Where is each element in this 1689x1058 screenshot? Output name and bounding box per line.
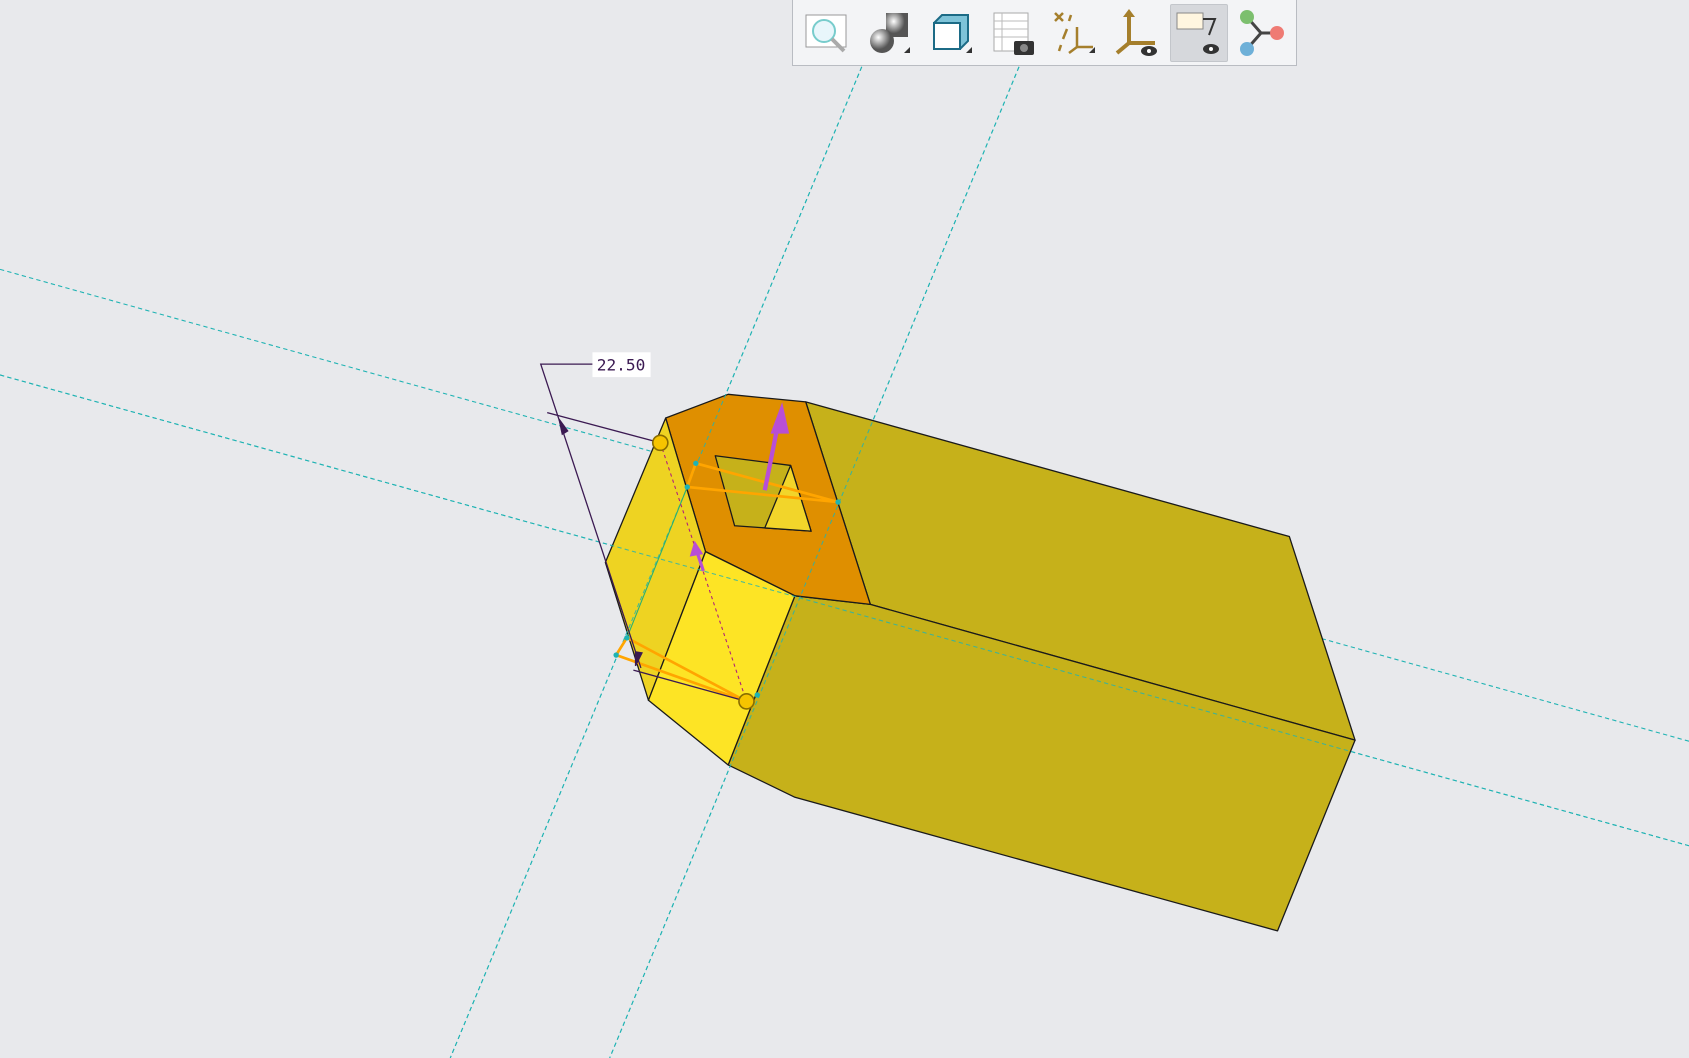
spin-center-button[interactable]	[1232, 4, 1290, 62]
zoom-to-fit-button[interactable]	[799, 4, 857, 62]
display-style-button[interactable]	[861, 4, 919, 62]
part-model[interactable]	[604, 393, 1356, 932]
coordinate-system-display-icon	[1116, 8, 1158, 56]
csys-display-button[interactable]	[1108, 4, 1166, 62]
spin-center-icon	[1240, 9, 1285, 56]
datum-display-filters-icon	[1054, 11, 1096, 54]
view-manager-snapshot-icon	[993, 12, 1034, 55]
zoom-to-fit-icon	[805, 14, 847, 52]
annotation-display-icon	[1176, 12, 1220, 54]
dimension-value[interactable]: 22.50	[597, 356, 646, 375]
saved-views-button[interactable]	[923, 4, 981, 62]
graphics-window[interactable]: 22.50	[0, 0, 1689, 1058]
view-manager-button[interactable]	[985, 4, 1043, 62]
saved-views-cube-icon	[932, 13, 972, 53]
drag-handle[interactable]	[651, 434, 669, 452]
graphics-toolbar	[792, 0, 1297, 66]
datum-display-button[interactable]	[1047, 4, 1105, 62]
drag-handle[interactable]	[738, 693, 755, 710]
display-style-icon	[869, 12, 910, 53]
annotation-display-button[interactable]	[1170, 3, 1229, 62]
